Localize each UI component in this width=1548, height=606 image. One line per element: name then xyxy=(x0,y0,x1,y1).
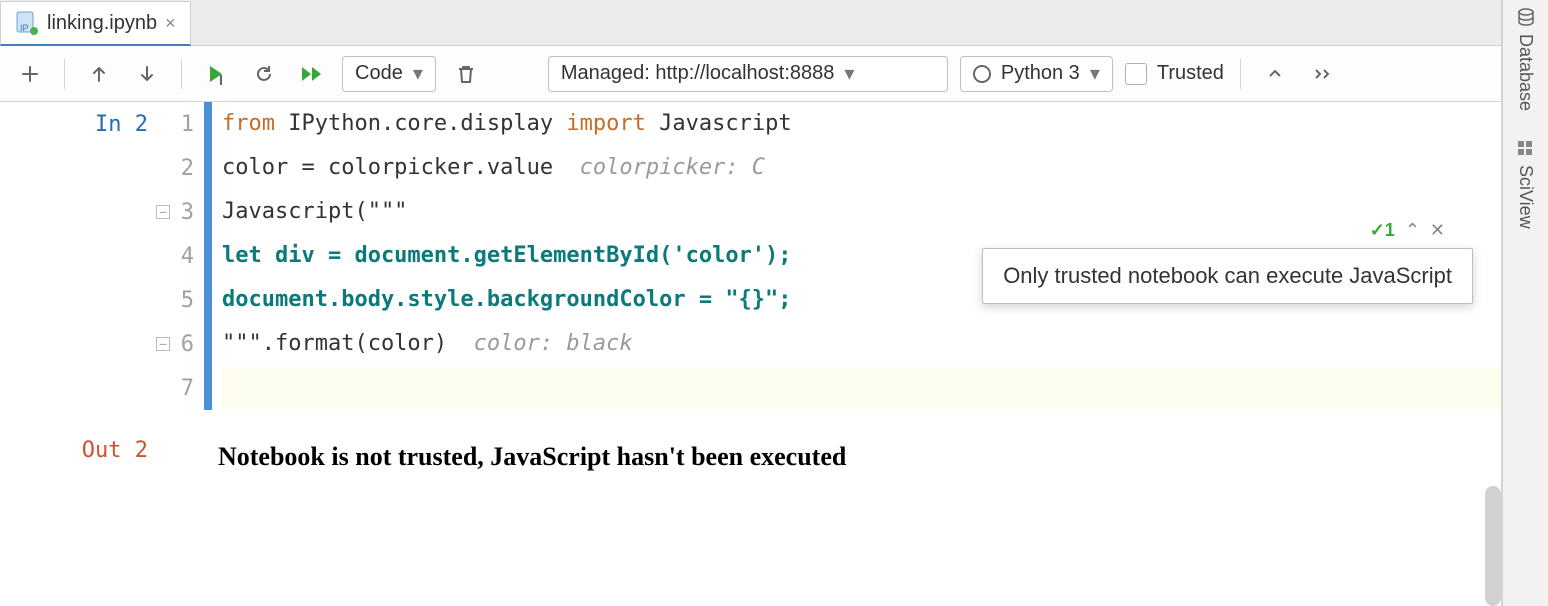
cell-indicator-bar xyxy=(204,102,212,410)
trust-warning-tooltip: Only trusted notebook can execute JavaSc… xyxy=(982,248,1473,304)
tooltip-text: Only trusted notebook can execute JavaSc… xyxy=(1003,263,1452,288)
in-prompt: In 2 xyxy=(95,112,148,137)
code-token: let div = document.getElementById('color… xyxy=(222,234,792,278)
output-cell: Out 2 Notebook is not trusted, JavaScrip… xyxy=(0,428,1501,486)
chevron-down-icon: ▾ xyxy=(1090,61,1100,86)
trusted-label: Trusted xyxy=(1157,62,1224,85)
fold-icon[interactable]: – xyxy=(156,337,170,351)
code-token: from xyxy=(222,102,275,146)
kernel-label: Python 3 xyxy=(1001,62,1080,85)
out-prompt: Out 2 xyxy=(82,438,148,463)
notebook-toolbar: Code ▾ Managed: http://localhost:8888 ▾ … xyxy=(0,46,1501,102)
side-tab-label: SciView xyxy=(1515,165,1536,229)
tab-linking-ipynb[interactable]: IP linking.ipynb × xyxy=(0,1,191,46)
scrollbar-thumb[interactable] xyxy=(1485,486,1501,606)
kernel-status-icon xyxy=(973,65,991,83)
chevron-down-icon: ▾ xyxy=(413,61,423,86)
svg-text:IP: IP xyxy=(20,23,29,33)
inline-hint: color: black xyxy=(474,322,633,366)
side-tool-rail: Database SciView xyxy=(1502,0,1548,606)
run-all-button[interactable] xyxy=(294,56,330,92)
side-tab-label: Database xyxy=(1515,34,1536,111)
code-token: Javascript(""" xyxy=(222,190,407,234)
server-label: Managed: http://localhost:8888 xyxy=(561,62,835,85)
delete-cell-button[interactable] xyxy=(448,56,484,92)
fold-icon[interactable]: – xyxy=(156,205,170,219)
line-gutter: 1 2 –3 4 5 –6 7 xyxy=(160,102,204,410)
output-text: Notebook is not trusted, JavaScript hasn… xyxy=(212,428,1501,486)
code-token: color = colorpicker.value xyxy=(222,146,580,190)
restart-kernel-button[interactable] xyxy=(246,56,282,92)
code-token: document.body.style.backgroundColor = "{… xyxy=(222,278,792,322)
line-number: 6 xyxy=(181,332,194,357)
database-tool-tab[interactable]: Database xyxy=(1515,8,1536,111)
cell-status-bar: ✓1 ⌃ ✕ xyxy=(1370,220,1445,241)
trusted-checkbox[interactable] xyxy=(1125,63,1147,85)
line-number: 3 xyxy=(181,200,194,225)
code-token: """.format(color) xyxy=(222,322,474,366)
ipynb-file-icon: IP xyxy=(15,11,39,35)
line-number: 5 xyxy=(181,288,194,313)
code-token: IPython.core.display xyxy=(275,102,566,146)
run-cell-button[interactable] xyxy=(198,56,234,92)
close-icon[interactable]: × xyxy=(165,13,176,34)
collapse-button[interactable] xyxy=(1257,56,1293,92)
cell-close-icon[interactable]: ✕ xyxy=(1430,220,1445,241)
code-token: Javascript xyxy=(646,102,792,146)
kernel-select[interactable]: Python 3 ▾ xyxy=(960,56,1113,92)
chevron-down-icon: ▾ xyxy=(844,61,854,86)
line-number: 4 xyxy=(181,244,194,269)
inline-hint: colorpicker: C xyxy=(580,146,765,190)
move-cell-down-button[interactable] xyxy=(129,56,165,92)
server-select[interactable]: Managed: http://localhost:8888 ▾ xyxy=(548,56,948,92)
celltype-select[interactable]: Code ▾ xyxy=(342,56,436,92)
sciview-tool-tab[interactable]: SciView xyxy=(1515,139,1536,229)
tab-bar: IP linking.ipynb × xyxy=(0,0,1501,46)
exec-badge: ✓1 xyxy=(1370,220,1395,241)
add-cell-button[interactable] xyxy=(12,56,48,92)
cell-collapse-icon[interactable]: ⌃ xyxy=(1405,220,1420,241)
separator xyxy=(64,59,65,89)
celltype-label: Code xyxy=(355,62,403,85)
line-number: 2 xyxy=(181,156,194,181)
trusted-toggle[interactable]: Trusted xyxy=(1125,62,1224,85)
separator xyxy=(181,59,182,89)
more-button[interactable] xyxy=(1305,56,1341,92)
tab-label: linking.ipynb xyxy=(47,12,157,35)
code-token: import xyxy=(566,102,645,146)
separator xyxy=(1240,59,1241,89)
line-number: 1 xyxy=(181,112,194,137)
line-number: 7 xyxy=(181,376,194,401)
move-cell-up-button[interactable] xyxy=(81,56,117,92)
editor-area: ✓1 ⌃ ✕ In 2 1 2 –3 4 5 –6 7 from IPyth xyxy=(0,102,1501,606)
